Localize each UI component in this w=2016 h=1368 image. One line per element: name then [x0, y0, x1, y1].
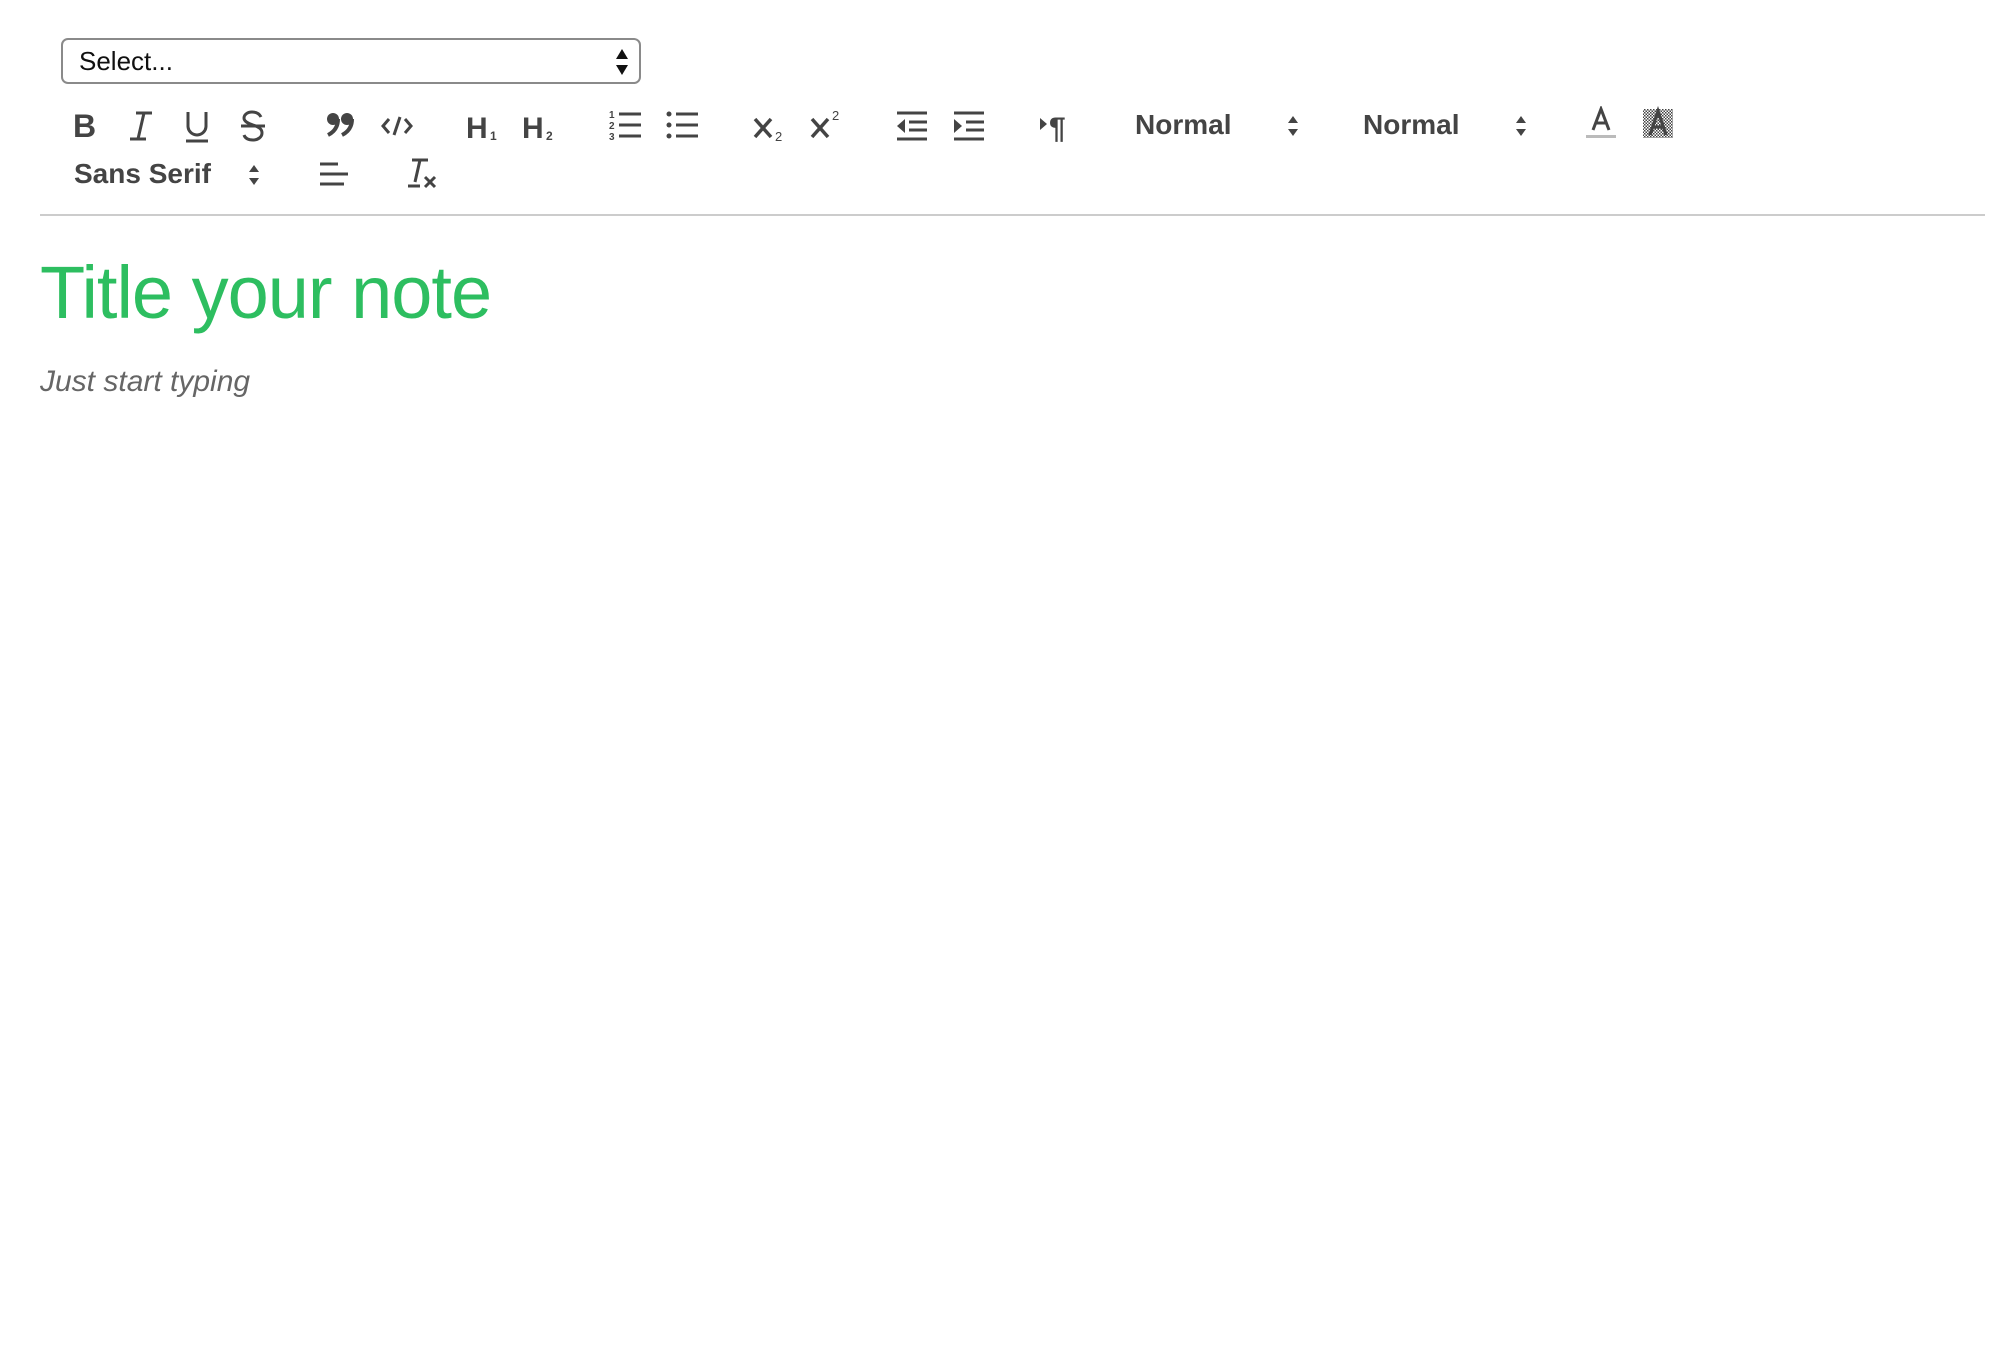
subscript-icon: 2	[753, 117, 782, 144]
svg-text:B: B	[73, 108, 96, 144]
formatting-toolbar: B H 1 H 2 1 2 3 2 2 ¶ Normal Normal Sans…	[0, 0, 2016, 220]
header-size-caret-icon	[1288, 116, 1298, 136]
header-size-picker-label: Normal	[1135, 109, 1232, 140]
font-color-icon	[1586, 106, 1616, 138]
italic-button[interactable]	[126, 108, 156, 144]
header-size-picker[interactable]: Normal	[1135, 105, 1305, 145]
indent-icon	[954, 111, 984, 141]
superscript-icon: 2	[810, 108, 839, 139]
header-2-icon: H 2	[522, 112, 553, 144]
code-block-button[interactable]	[380, 110, 414, 142]
align-icon	[320, 162, 348, 186]
header-1-icon: H 1	[466, 112, 497, 144]
subscript-button[interactable]: 2	[752, 108, 788, 144]
svg-text:¶: ¶	[1049, 112, 1066, 144]
svg-text:3: 3	[609, 132, 615, 143]
underline-icon	[186, 112, 208, 143]
note-body-placeholder: Just start typing	[40, 365, 251, 398]
font-size-picker-label: Normal	[1363, 109, 1460, 140]
toolbar-divider	[40, 214, 1985, 216]
font-color-button[interactable]	[1584, 106, 1618, 142]
font-family-picker-label: Sans Serif	[74, 158, 211, 189]
note-body-editor[interactable]: Just start typing	[40, 362, 1940, 1262]
code-block-icon	[381, 116, 413, 136]
ordered-list-button[interactable]: 1 2 3	[609, 108, 643, 144]
svg-text:2: 2	[775, 129, 782, 144]
outdent-button[interactable]	[895, 108, 929, 144]
outdent-icon	[897, 111, 927, 141]
svg-text:2: 2	[546, 129, 553, 143]
font-family-picker[interactable]: Sans Serif	[74, 154, 264, 194]
bold-button[interactable]: B	[70, 108, 100, 144]
font-size-caret-icon	[1516, 116, 1526, 136]
bullet-list-icon	[666, 111, 698, 139]
header-1-button[interactable]: H 1	[466, 108, 502, 144]
indent-button[interactable]	[952, 108, 986, 144]
svg-text:H: H	[466, 112, 488, 144]
svg-text:2: 2	[609, 121, 615, 132]
clean-formatting-icon	[408, 158, 437, 189]
italic-icon	[130, 111, 152, 141]
svg-text:1: 1	[609, 110, 615, 121]
bullet-list-button[interactable]	[666, 108, 700, 144]
bold-icon: B	[73, 108, 96, 144]
strikethrough-icon	[241, 110, 265, 142]
svg-text:1: 1	[490, 129, 497, 143]
clean-formatting-button[interactable]	[406, 156, 442, 192]
background-color-button[interactable]	[1641, 106, 1675, 142]
text-direction-button[interactable]: ¶	[1038, 108, 1074, 144]
font-family-caret-icon	[249, 165, 259, 185]
blockquote-icon	[327, 113, 354, 137]
font-size-picker[interactable]: Normal	[1363, 105, 1533, 145]
svg-text:2: 2	[832, 108, 839, 123]
underline-button[interactable]	[182, 108, 212, 144]
note-title-input[interactable]: Title your note	[40, 248, 1940, 338]
svg-text:H: H	[522, 112, 544, 144]
text-direction-icon: ¶	[1040, 112, 1066, 144]
note-title-placeholder: Title your note	[40, 251, 492, 334]
strikethrough-button[interactable]	[238, 108, 268, 144]
superscript-button[interactable]: 2	[809, 108, 845, 144]
header-2-button[interactable]: H 2	[522, 108, 558, 144]
ordered-list-icon: 1 2 3	[609, 110, 641, 143]
background-color-icon	[1643, 106, 1673, 138]
align-button[interactable]	[318, 158, 350, 190]
blockquote-button[interactable]	[324, 110, 356, 142]
